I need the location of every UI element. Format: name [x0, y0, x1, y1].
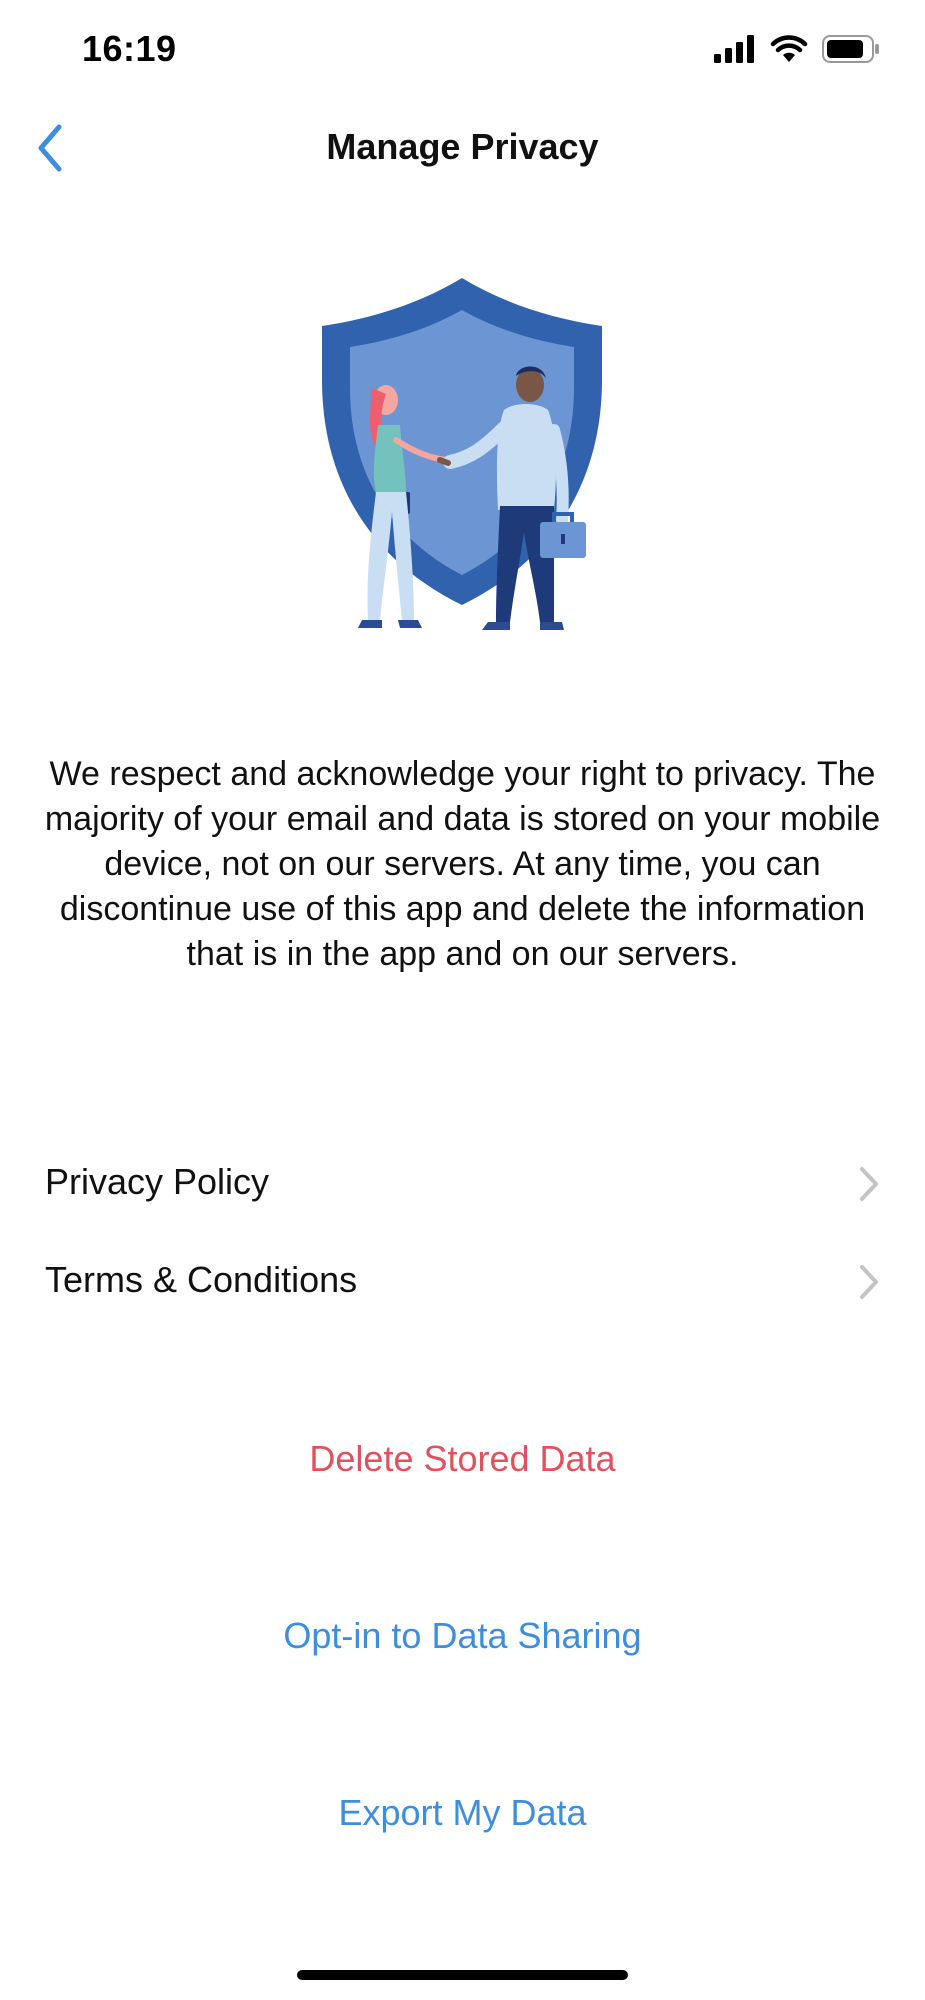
page-title: Manage Privacy: [326, 126, 599, 167]
navigation-bar: Manage Privacy: [0, 100, 925, 195]
battery-icon: [822, 35, 879, 63]
terms-conditions-row[interactable]: Terms & Conditions: [0, 1233, 925, 1331]
chevron-right-icon: [860, 1265, 878, 1299]
export-my-data-button[interactable]: Export My Data: [0, 1783, 925, 1843]
menu-item-label: Terms & Conditions: [45, 1259, 358, 1300]
privacy-description: We respect and acknowledge your right to…: [44, 755, 881, 973]
status-time: 16:19: [82, 28, 177, 69]
cellular-signal-icon: [714, 35, 754, 63]
menu-item-label: Privacy Policy: [45, 1161, 270, 1202]
opt-in-data-sharing-button[interactable]: Opt-in to Data Sharing: [0, 1606, 925, 1666]
status-bar: 16:19: [0, 0, 925, 100]
status-icons: [714, 33, 880, 65]
privacy-policy-row[interactable]: Privacy Policy: [0, 1135, 925, 1233]
shield-handshake-illustration: [310, 270, 615, 645]
chevron-right-icon: [860, 1167, 878, 1201]
delete-stored-data-button[interactable]: Delete Stored Data: [0, 1429, 925, 1489]
home-indicator: [297, 1970, 628, 1980]
wifi-icon: [770, 35, 808, 62]
